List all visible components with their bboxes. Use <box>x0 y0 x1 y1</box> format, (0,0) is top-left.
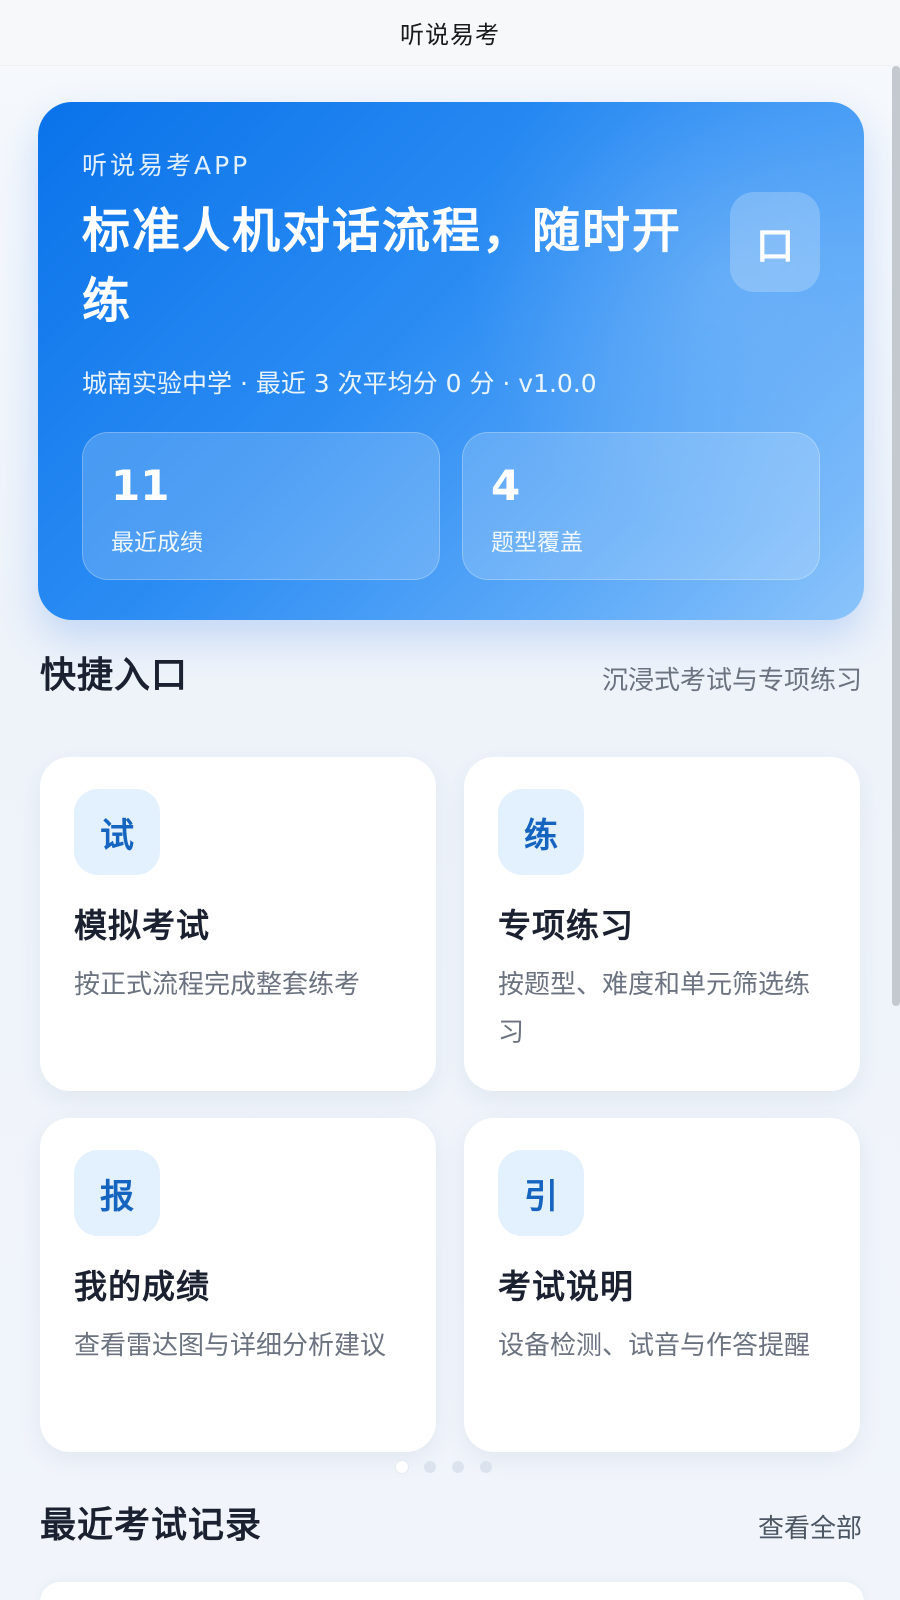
stat-label: 最近成绩 <box>111 530 203 556</box>
quick-entry-title: 快捷入口 <box>40 655 189 696</box>
hero-meta-info: 城南实验中学 · 最近 3 次平均分 0 分 · v1.0.0 <box>82 369 597 398</box>
mock-exam-card[interactable]: 试 模拟考试 按正式流程完成整套练考 <box>40 757 436 1091</box>
guide-icon: 引 <box>498 1150 584 1236</box>
stat-value: 11 <box>111 461 170 510</box>
card-description: 按正式流程完成整套练考 <box>74 970 361 1000</box>
top-nav-bar: 听说易考 <box>0 0 900 66</box>
exam-icon: 试 <box>74 789 160 875</box>
scrollbar[interactable] <box>892 66 900 1006</box>
report-icon: 报 <box>74 1150 160 1236</box>
my-scores-card[interactable]: 报 我的成绩 查看雷达图与详细分析建议 <box>40 1118 436 1452</box>
page-dot[interactable] <box>424 1461 436 1473</box>
speaking-badge-icon[interactable]: 口 <box>730 192 820 292</box>
page-dot[interactable] <box>480 1461 492 1473</box>
exam-guide-card[interactable]: 引 考试说明 设备检测、试音与作答提醒 <box>464 1118 860 1452</box>
stat-question-types[interactable]: 4 题型覆盖 <box>462 432 820 580</box>
recent-records-title: 最近考试记录 <box>40 1505 263 1546</box>
card-title: 专项练习 <box>498 906 634 945</box>
special-practice-card[interactable]: 练 专项练习 按题型、难度和单元筛选练习 <box>464 757 860 1091</box>
page-indicator <box>396 1461 492 1473</box>
card-title: 我的成绩 <box>74 1267 210 1306</box>
home-screen: 听说易考 听说易考APP 标准人机对话流程，随时开练 口 城南实验中学 · 最近… <box>0 0 900 1600</box>
quick-entry-subtitle: 沉浸式考试与专项练习 <box>601 666 862 696</box>
card-description: 设备检测、试音与作答提醒 <box>498 1331 811 1361</box>
card-description: 按题型、难度和单元筛选练习 <box>498 970 811 1048</box>
hero-banner: 听说易考APP 标准人机对话流程，随时开练 口 城南实验中学 · 最近 3 次平… <box>38 102 864 620</box>
hero-title: 标准人机对话流程，随时开练 <box>82 203 683 329</box>
card-title: 考试说明 <box>498 1267 634 1306</box>
page-dot-active[interactable] <box>396 1461 408 1473</box>
card-title: 模拟考试 <box>74 906 210 945</box>
stat-recent-score[interactable]: 11 最近成绩 <box>82 432 440 580</box>
practice-icon: 练 <box>498 789 584 875</box>
hero-app-name: 听说易考APP <box>82 151 251 180</box>
view-all-link[interactable]: 查看全部 <box>758 1508 862 1545</box>
stat-value: 4 <box>491 461 521 510</box>
card-description: 查看雷达图与详细分析建议 <box>74 1331 387 1361</box>
page-dot[interactable] <box>452 1461 464 1473</box>
nav-title: 听说易考 <box>400 21 500 49</box>
record-card-peek[interactable] <box>40 1582 864 1600</box>
stat-label: 题型覆盖 <box>491 530 583 556</box>
